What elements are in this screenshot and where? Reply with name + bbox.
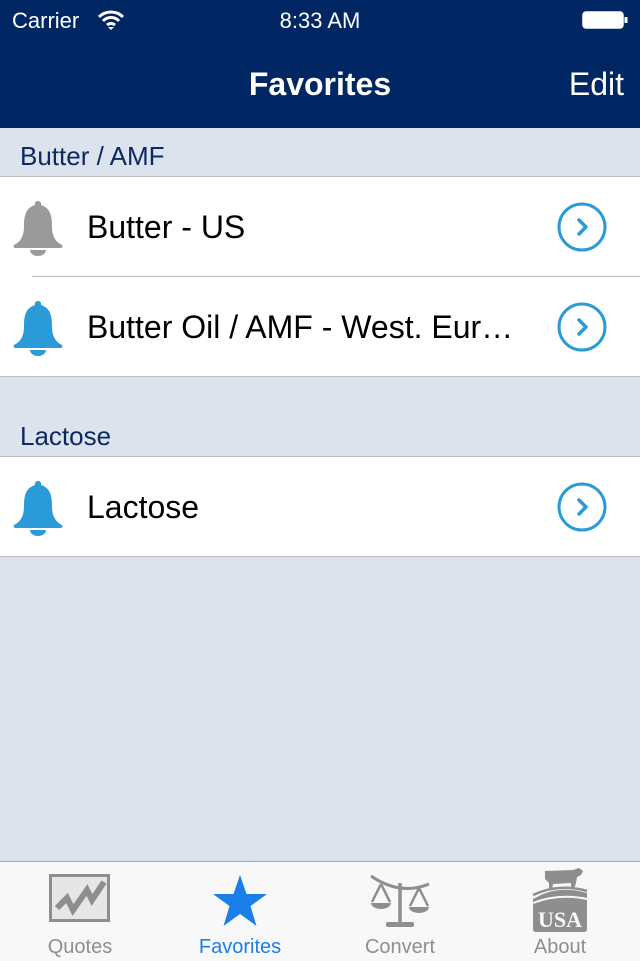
section-title: Butter / AMF [20, 141, 165, 171]
favorites-list-lactose: Lactose [0, 456, 640, 557]
item-label: Butter - US [87, 209, 246, 245]
page-title: Favorites [248, 66, 392, 102]
bell-icon[interactable] [12, 479, 64, 537]
tab-label: Quotes [47, 936, 113, 958]
item-label: Lactose [87, 489, 200, 525]
detail-disclosure-icon[interactable] [556, 201, 608, 253]
tab-about[interactable]: USA About [480, 862, 640, 961]
chart-icon [49, 874, 110, 922]
status-time: 8:33 AM [279, 8, 361, 33]
section-header-lactose: Lactose [0, 376, 640, 456]
list-item[interactable]: Butter - US [0, 177, 640, 276]
detail-disclosure-icon[interactable] [556, 481, 608, 533]
status-bar: Carrier 8:33 AM [0, 0, 640, 40]
tab-bar: Quotes Favorites Convert USA About [0, 861, 640, 961]
tab-quotes[interactable]: Quotes [0, 862, 160, 961]
section-title: Lactose [20, 421, 112, 451]
edit-button[interactable]: Edit [569, 66, 624, 103]
scale-icon [370, 874, 430, 927]
usa-cow-icon: USA [532, 868, 588, 932]
tab-label: Favorites [198, 936, 282, 958]
tab-label: Convert [364, 936, 436, 958]
tab-favorites[interactable]: Favorites [160, 862, 320, 961]
tab-label: About [533, 936, 587, 958]
list-item[interactable]: Butter Oil / AMF - West. Europe [0, 276, 640, 376]
star-icon [213, 875, 267, 926]
battery-icon [582, 11, 628, 29]
item-label: Butter Oil / AMF - West. Europe [87, 309, 527, 345]
navigation-bar: Carrier 8:33 AM Favorites Edit [0, 0, 640, 128]
favorites-list-butter-amf: Butter - US Butter Oil / AMF - West. Eur… [0, 176, 640, 377]
bell-icon[interactable] [12, 199, 64, 257]
tab-convert[interactable]: Convert [320, 862, 480, 961]
section-header-butter-amf: Butter / AMF [0, 128, 640, 176]
bell-icon[interactable] [12, 299, 64, 357]
detail-disclosure-icon[interactable] [556, 301, 608, 353]
svg-text:USA: USA [538, 907, 582, 932]
list-item[interactable]: Lactose [0, 457, 640, 556]
